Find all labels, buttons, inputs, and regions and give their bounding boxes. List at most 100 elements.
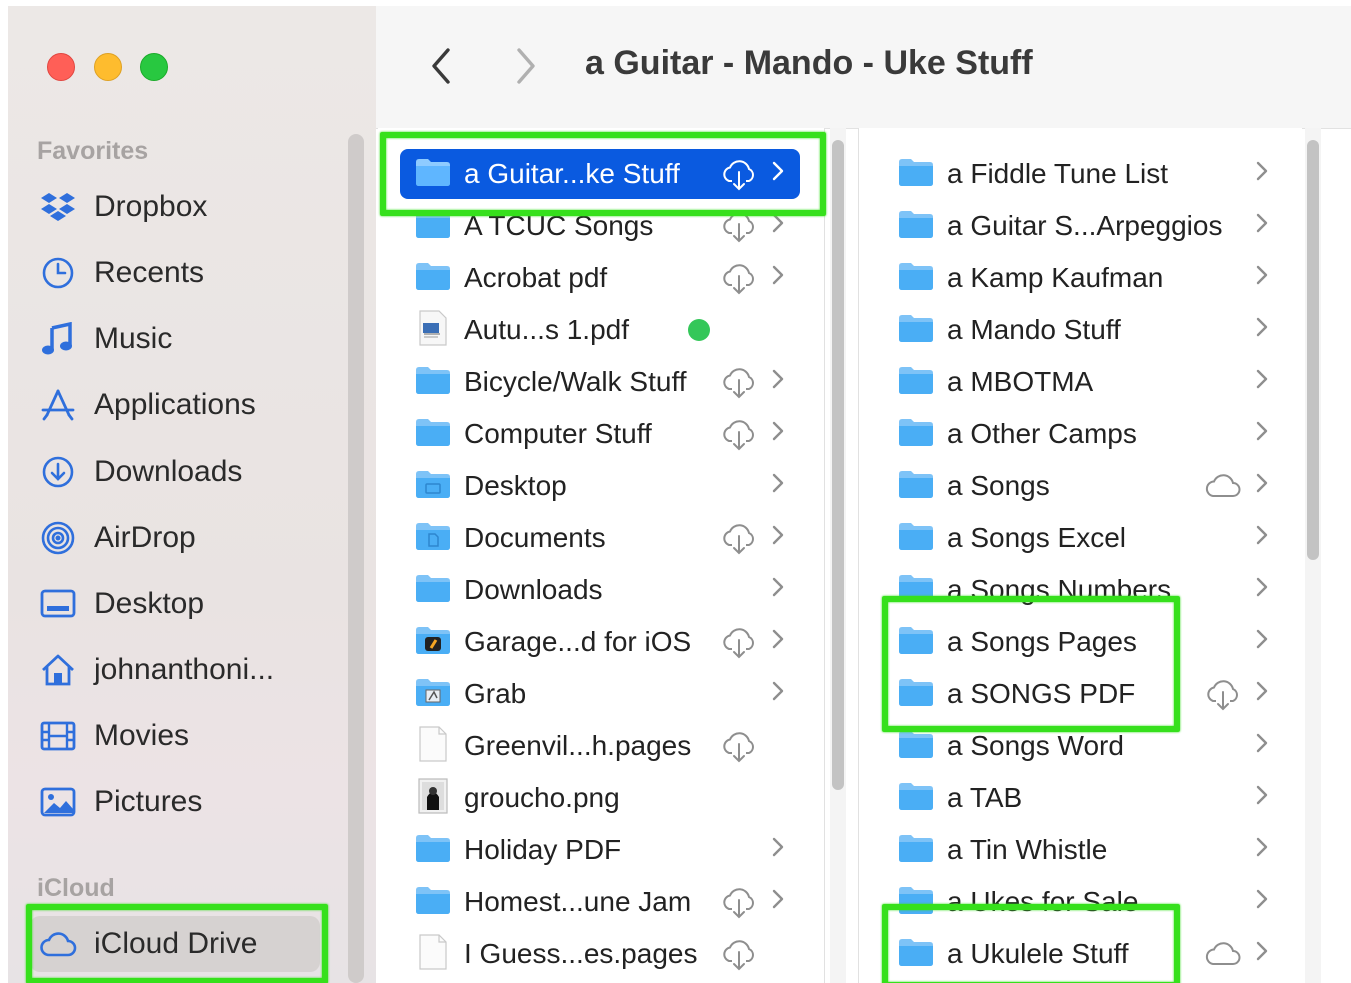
file-row[interactable]: a Songs Numbers (859, 565, 1302, 615)
chevron-right-icon (771, 680, 785, 709)
cloud-download-icon[interactable] (720, 523, 758, 555)
cloud-icon[interactable] (1204, 471, 1242, 501)
file-row[interactable]: a Ukes for Sale (859, 877, 1302, 927)
chevron-right-icon (1255, 524, 1269, 553)
file-name: a Songs Pages (947, 626, 1137, 657)
chevron-right-icon (1255, 576, 1269, 605)
file-row[interactable]: Downloads (378, 565, 824, 615)
minimize-button[interactable] (94, 53, 122, 81)
cloud-download-icon[interactable] (720, 731, 758, 763)
folder-icon (414, 258, 452, 299)
chevron-right-icon (517, 48, 535, 84)
back-button[interactable] (421, 44, 461, 88)
sidebar-item-desktop[interactable]: Desktop (38, 576, 338, 632)
green-tag-dot (688, 319, 710, 341)
close-button[interactable] (47, 53, 75, 81)
file-name: a Other Camps (947, 418, 1137, 449)
file-name: a Ukulele Stuff (947, 938, 1129, 969)
chevron-right-icon (771, 472, 785, 501)
sidebar-item-downloads[interactable]: Downloads (38, 444, 338, 500)
file-row[interactable]: Homest...une Jam (378, 877, 824, 927)
scroll-thumb[interactable] (832, 140, 844, 790)
sidebar-item-dropbox[interactable]: Dropbox (38, 179, 338, 235)
column2-scrollbar[interactable] (1305, 128, 1321, 983)
file-row[interactable]: a Tin Whistle (859, 825, 1302, 875)
column-guitar-mando-uke: a Fiddle Tune List a Guitar S...Arpeggios… (858, 128, 1302, 983)
cloud-download-icon[interactable] (720, 211, 758, 243)
file-row[interactable]: Bicycle/Walk Stuff (378, 357, 824, 407)
file-row[interactable]: Garage...d for iOS (378, 617, 824, 667)
column1-scrollbar[interactable] (830, 128, 846, 983)
file-row[interactable]: a Mando Stuff (859, 305, 1302, 355)
file-row[interactable]: Desktop (378, 461, 824, 511)
finder-window: Favorites Dropbox Recents Music Applicat… (8, 6, 1351, 983)
scroll-thumb[interactable] (1307, 140, 1319, 560)
file-row[interactable]: Grab (378, 669, 824, 719)
cloud-download-icon[interactable] (720, 263, 758, 295)
file-row[interactable]: a TAB (859, 773, 1302, 823)
file-row[interactable]: a Fiddle Tune List (859, 149, 1302, 199)
cloud-download-icon[interactable] (720, 159, 758, 191)
file-row[interactable]: a Kamp Kaufman (859, 253, 1302, 303)
file-row[interactable]: Documents (378, 513, 824, 563)
cloud-download-icon[interactable] (720, 887, 758, 919)
chevron-right-icon (1255, 368, 1269, 397)
sidebar-item-icloud-drive[interactable]: iCloud Drive (30, 916, 320, 972)
sidebar-scrollbar[interactable] (348, 134, 364, 983)
file-row[interactable]: I Guess...es.pages (378, 929, 824, 979)
chevron-right-icon (1255, 472, 1269, 501)
file-name: Grab (464, 678, 527, 709)
file-row[interactable]: a SONGS PDF (859, 669, 1302, 719)
cloud-download-icon[interactable] (720, 419, 758, 451)
folder-icon (897, 154, 935, 195)
file-row[interactable]: groucho.png (378, 773, 824, 823)
forward-button[interactable] (506, 44, 546, 88)
sidebar-item-airdrop[interactable]: AirDrop (38, 510, 338, 566)
file-row[interactable]: Autu...s 1.pdf (378, 305, 824, 355)
file-row[interactable]: a Songs Pages (859, 617, 1302, 667)
file-row[interactable]: a Other Camps (859, 409, 1302, 459)
sidebar-item-home[interactable]: johnanthoni... (38, 642, 338, 698)
download-icon (38, 452, 78, 492)
file-row[interactable]: a Songs (859, 461, 1302, 511)
file-row[interactable]: a Ukulele Stuff (859, 929, 1302, 979)
folder-icon (414, 206, 452, 247)
sidebar-item-music[interactable]: Music (38, 311, 338, 367)
file-name: a TAB (947, 782, 1023, 813)
file-row[interactable]: a MBOTMA (859, 357, 1302, 407)
file-name: a Tin Whistle (947, 834, 1108, 865)
file-row[interactable]: Greenvil...h.pages (378, 721, 824, 771)
chevron-right-icon (1255, 732, 1269, 761)
file-row[interactable]: a Guitar S...Arpeggios (859, 201, 1302, 251)
cloud-icon[interactable] (1204, 939, 1242, 969)
cloud-download-icon[interactable] (720, 939, 758, 971)
sidebar-item-label: Desktop (94, 587, 205, 620)
file-row[interactable]: Acrobat pdf (378, 253, 824, 303)
file-name: a Guitar...ke Stuff (464, 158, 680, 189)
file-name: Bicycle/Walk Stuff (464, 366, 687, 397)
cloud-download-icon[interactable] (720, 627, 758, 659)
file-name: a Guitar S...Arpeggios (947, 210, 1223, 241)
file-row[interactable]: Holiday PDF (378, 825, 824, 875)
file-row[interactable]: a Songs Word (859, 721, 1302, 771)
file-name: Acrobat pdf (464, 262, 608, 293)
folder-icon (414, 362, 452, 403)
file-name: a Songs Word (947, 730, 1124, 761)
file-name: groucho.png (464, 782, 620, 813)
window-title: a Guitar - Mando - Uke Stuff (585, 44, 1033, 82)
cloud-download-icon[interactable] (1204, 679, 1242, 711)
chevron-left-icon (432, 48, 450, 84)
file-name: a Kamp Kaufman (947, 262, 1164, 293)
file-row[interactable]: a Songs Excel (859, 513, 1302, 563)
file-row[interactable]: Computer Stuff (378, 409, 824, 459)
selected-folder-row[interactable]: a Guitar...ke Stuff (400, 149, 800, 199)
sidebar-item-applications[interactable]: Applications (38, 377, 338, 433)
sidebar-item-pictures[interactable]: Pictures (38, 774, 338, 830)
file-name: a Songs Excel (947, 522, 1126, 553)
sidebar-item-movies[interactable]: Movies (38, 708, 338, 764)
sidebar-item-label: Recents (94, 256, 205, 289)
cloud-download-icon[interactable] (720, 367, 758, 399)
sidebar-item-recents[interactable]: Recents (38, 245, 338, 301)
file-row[interactable]: A TCUC Songs (378, 201, 824, 251)
zoom-button[interactable] (140, 53, 168, 81)
